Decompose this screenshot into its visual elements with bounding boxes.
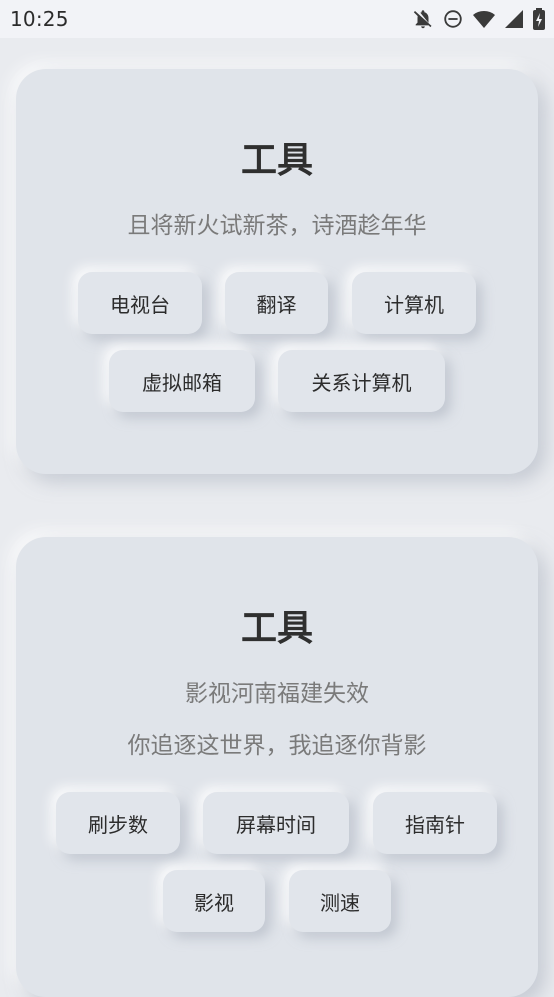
battery-charging-icon (532, 8, 546, 30)
tools-card-1: 工具 且将新火试新茶，诗酒趁年华 电视台 翻译 计算机 虚拟邮箱 关系计算机 (16, 69, 538, 474)
tv-station-button[interactable]: 电视台 (78, 272, 202, 334)
card-title: 工具 (240, 140, 313, 181)
relationship-calculator-button[interactable]: 关系计算机 (278, 350, 445, 412)
card-title: 工具 (240, 608, 313, 649)
calculator-button[interactable]: 计算机 (352, 272, 476, 334)
video-button[interactable]: 影视 (163, 870, 265, 932)
virtual-mailbox-button[interactable]: 虚拟邮箱 (109, 350, 255, 412)
status-time: 10:25 (10, 7, 69, 31)
status-bar: 10:25 (0, 0, 554, 38)
card-subtitle: 且将新火试新茶，诗酒趁年华 (127, 213, 427, 239)
screen-time-button[interactable]: 屏幕时间 (203, 792, 349, 854)
notifications-off-icon (412, 8, 434, 30)
cell-signal-icon (504, 9, 524, 29)
tools-card-2: 工具 影视河南福建失效 你追逐这世界，我追逐你背影 刷步数 屏幕时间 指南针 影… (16, 537, 538, 997)
do-not-disturb-icon (442, 8, 464, 30)
status-icons (412, 7, 546, 31)
card-subtitle-line-1: 影视河南福建失效 (185, 681, 369, 707)
compass-button[interactable]: 指南针 (373, 792, 497, 854)
translate-button[interactable]: 翻译 (225, 272, 328, 334)
speed-test-button[interactable]: 测速 (289, 870, 391, 932)
step-count-button[interactable]: 刷步数 (56, 792, 180, 854)
wifi-icon (472, 8, 496, 30)
card-subtitle-line-2: 你追逐这世界，我追逐你背影 (127, 733, 427, 759)
